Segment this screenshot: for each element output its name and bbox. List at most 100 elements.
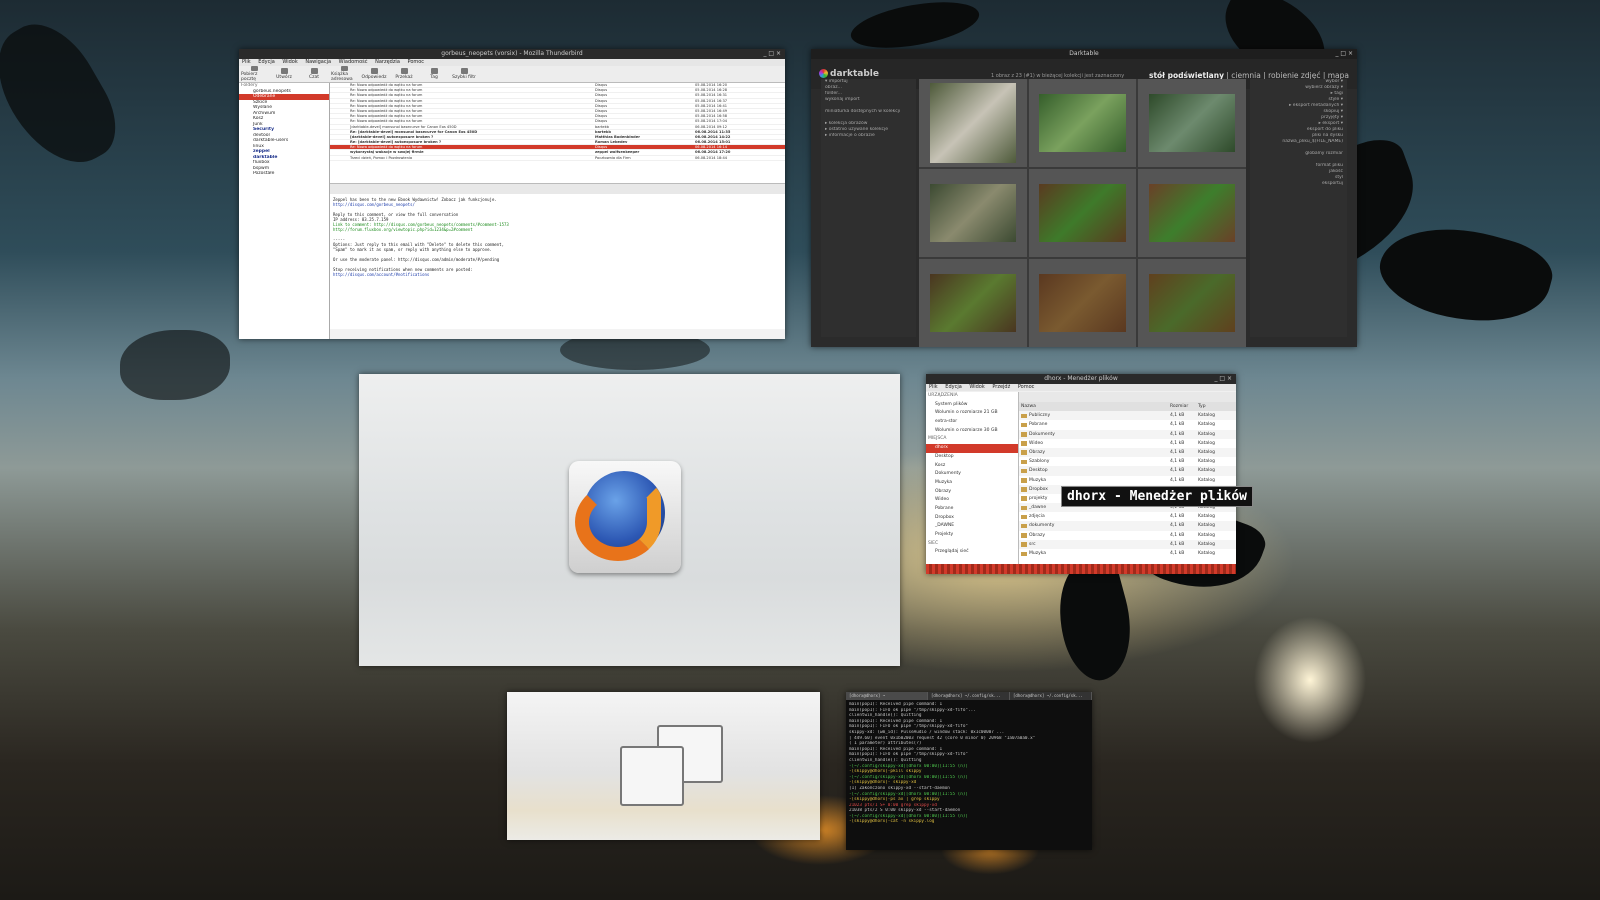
file-name: dokumenty bbox=[1019, 521, 1170, 530]
menu-item[interactable]: Nawigacja bbox=[305, 59, 331, 65]
thumbnail-cell[interactable] bbox=[919, 79, 1027, 167]
file-row[interactable]: Szablony 4,1 kB Katalog bbox=[1019, 457, 1236, 466]
window-buttons[interactable]: _ □ × bbox=[1335, 49, 1353, 59]
file-manager-window[interactable]: dhorx - Menedżer plików _ □ × Plik Edycj… bbox=[926, 374, 1236, 574]
menu-item[interactable]: Wiadomość bbox=[339, 59, 368, 65]
sidebar-place[interactable]: Desktop bbox=[926, 453, 1018, 462]
file-row[interactable]: Muzyka 4,1 kB Katalog bbox=[1019, 476, 1236, 485]
window-titlebar[interactable]: gorbeus_neopets (vorsix) - Mozilla Thund… bbox=[239, 49, 785, 59]
thumbnail-cell[interactable] bbox=[919, 169, 1027, 257]
menu-item[interactable]: Narzędzia bbox=[375, 59, 400, 65]
thumbnail-cell[interactable] bbox=[1138, 79, 1246, 167]
leaf-silhouette bbox=[120, 330, 230, 400]
file-name: zdjęcia bbox=[1019, 512, 1170, 521]
sidebar-place[interactable]: Muzyka bbox=[926, 479, 1018, 488]
file-type: Katalog bbox=[1198, 514, 1216, 520]
get-mail-button[interactable]: Pobierz pocztę bbox=[241, 66, 267, 82]
right-panel-item[interactable]: eksportuj bbox=[1250, 181, 1347, 187]
thumbnail-cell[interactable] bbox=[1138, 259, 1246, 347]
menu-item[interactable]: Edycja bbox=[945, 384, 962, 390]
address-book-button[interactable]: Książka adresowa bbox=[331, 66, 357, 82]
sidebar-place[interactable]: Projekty bbox=[926, 531, 1018, 540]
file-row[interactable]: zdjęcia 4,1 kB Katalog bbox=[1019, 512, 1236, 521]
left-panel-item[interactable]: ▸ informacje o obrazie bbox=[821, 133, 916, 139]
thumbnail-cell[interactable] bbox=[1028, 169, 1137, 257]
chat-button[interactable]: Czat bbox=[301, 66, 327, 82]
location-bar: dhorx bbox=[1019, 392, 1236, 410]
file-row[interactable]: Dokumenty 4,1 kB Katalog bbox=[1019, 429, 1236, 439]
sidebar-place[interactable]: Obrazy bbox=[926, 488, 1018, 497]
column-size[interactable]: Rozmiar bbox=[1170, 402, 1198, 411]
sidebar-place[interactable]: _DAWNE bbox=[926, 522, 1018, 531]
firefox-window[interactable] bbox=[359, 374, 900, 666]
terminal-window[interactable]: [dhorx@dhorx] ~ [dhorx@dhorx] ~/.config/… bbox=[846, 692, 1092, 850]
sidebar-place[interactable]: dhorx bbox=[926, 444, 1018, 453]
reply-button[interactable]: Odpowiedz bbox=[361, 66, 387, 82]
menu-item[interactable]: Przejdź bbox=[992, 384, 1010, 390]
menu-item[interactable]: Widok bbox=[282, 59, 297, 65]
sidebar-place[interactable]: Pobrane bbox=[926, 505, 1018, 514]
sidebar-place[interactable]: System plików bbox=[926, 401, 1018, 410]
file-row[interactable]: dokumenty 4,1 kB Katalog bbox=[1019, 521, 1236, 531]
file-type: Katalog bbox=[1198, 468, 1216, 474]
window-titlebar[interactable]: Darktable _ □ × bbox=[811, 49, 1357, 59]
file-row[interactable]: Obrazy 4,1 kB Katalog bbox=[1019, 447, 1236, 458]
message-row[interactable]: Trzeci dzień, Pomoc i Pozdrowienia Poczto… bbox=[330, 156, 785, 161]
message-subject: Re: Nowa odpowiedź do wątku na forum bbox=[350, 88, 423, 93]
sidebar-place[interactable]: Przeglądaj sieć bbox=[926, 548, 1018, 557]
window-buttons[interactable]: _ □ × bbox=[763, 49, 781, 59]
window-titlebar[interactable]: dhorx - Menedżer plików _ □ × bbox=[926, 374, 1236, 384]
sidebar-place[interactable]: Wideo bbox=[926, 496, 1018, 505]
tag-icon bbox=[430, 68, 438, 74]
sidebar-place[interactable]: Dropbox bbox=[926, 514, 1018, 523]
terminal-tab[interactable]: [dhorx@dhorx] ~/.config/sk... bbox=[928, 692, 1010, 700]
file-row[interactable]: Pobrane 4,1 kB Katalog bbox=[1019, 420, 1236, 429]
sidebar-place[interactable]: extra-stor bbox=[926, 418, 1018, 427]
forward-button[interactable]: Przekaż bbox=[391, 66, 417, 82]
window-title-tooltip: dhorx - Menedżer plików bbox=[1061, 486, 1254, 507]
terminal-tab[interactable]: [dhorx@dhorx] ~/.config/sk... bbox=[1010, 692, 1092, 700]
write-button[interactable]: Utwórz bbox=[271, 66, 297, 82]
menu-item[interactable]: Plik bbox=[929, 384, 938, 390]
menu-item[interactable]: Pomoc bbox=[1018, 384, 1035, 390]
thumbnail-cell[interactable] bbox=[1028, 79, 1137, 167]
message-list: Re: Nowa odpowiedź do wątku na forum Disq… bbox=[330, 83, 785, 183]
file-row[interactable]: src 4,1 kB Katalog bbox=[1019, 539, 1236, 549]
darktable-window[interactable]: Darktable _ □ × darktable 1 obraz z 23 (… bbox=[811, 49, 1357, 347]
thunderbird-window[interactable]: gorbeus_neopets (vorsix) - Mozilla Thund… bbox=[239, 49, 785, 339]
file-row[interactable]: Publiczny 4,1 kB Katalog bbox=[1019, 411, 1236, 421]
thumbnail-cell[interactable] bbox=[1028, 259, 1137, 347]
message-subject: Re: Nowa odpowiedź do wątku na forum bbox=[350, 119, 423, 124]
message-subject: wykorzystaj wakacje w swojej firmie bbox=[350, 150, 424, 155]
menu-item[interactable]: Widok bbox=[969, 384, 984, 390]
folder-item[interactable]: Pozostałe bbox=[239, 171, 329, 177]
terminal-output[interactable]: main(pop1): Received pipe command: 1 main… bbox=[846, 700, 1092, 827]
sidebar-place[interactable]: Dokumenty bbox=[926, 470, 1018, 479]
menu-item[interactable]: Edycja bbox=[258, 59, 275, 65]
window-title: Darktable bbox=[1069, 50, 1099, 57]
file-row[interactable]: Desktop 4,1 kB Katalog bbox=[1019, 466, 1236, 476]
file-row[interactable]: Wideo 4,1 kB Katalog bbox=[1019, 439, 1236, 448]
file-type: Katalog bbox=[1198, 551, 1216, 556]
tag-button[interactable]: Tag bbox=[421, 66, 447, 82]
window-buttons[interactable]: _ □ × bbox=[1214, 374, 1232, 384]
file-row[interactable]: Muzyka 4,1 kB Katalog bbox=[1019, 549, 1236, 558]
sidebar-place[interactable]: Wolumin o rozmiarze 21 GB bbox=[926, 409, 1018, 418]
column-name[interactable]: Nazwa bbox=[1019, 402, 1170, 411]
menu-item[interactable]: Pomoc bbox=[407, 59, 424, 65]
file-name: src bbox=[1019, 540, 1170, 549]
pidgin-window[interactable] bbox=[507, 692, 820, 840]
quick-filter-button[interactable]: Szybki filtr bbox=[451, 66, 477, 82]
thumbnail-cell[interactable] bbox=[919, 259, 1027, 347]
thumbnail-cell[interactable] bbox=[1138, 169, 1246, 257]
message-date: 06.08.2014 11:35 bbox=[695, 129, 731, 134]
places-sidebar: URZĄDZENIA System plików Wolumin o rozmiar… bbox=[926, 392, 1019, 564]
sidebar-place[interactable]: Kosz bbox=[926, 462, 1018, 471]
terminal-tab[interactable]: [dhorx@dhorx] ~ bbox=[846, 692, 928, 700]
photo-thumbnail bbox=[1039, 94, 1126, 152]
sidebar-place[interactable]: Wolumin o rozmiarze 30 GB bbox=[926, 427, 1018, 436]
column-type[interactable]: Typ bbox=[1198, 402, 1236, 411]
menu-item[interactable]: Plik bbox=[242, 59, 251, 65]
file-row[interactable]: Obrazy 4,1 kB Katalog bbox=[1019, 531, 1236, 540]
file-type: Katalog bbox=[1198, 449, 1216, 455]
